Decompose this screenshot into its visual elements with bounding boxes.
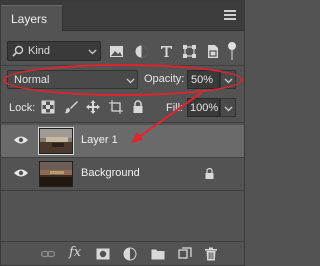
adjustment-layer-filter-icon[interactable] (134, 44, 149, 59)
new-adjustment-layer-icon[interactable] (123, 247, 137, 261)
layer-row[interactable]: Background (1, 158, 244, 190)
fill-value: 100% (190, 102, 219, 114)
filter-kind-label: Kind (28, 45, 51, 57)
eye-icon[interactable] (14, 135, 28, 145)
search-icon (12, 45, 24, 57)
chevron-down-icon (224, 106, 233, 112)
shape-layer-filter-icon[interactable] (182, 44, 197, 59)
eye-icon[interactable] (14, 168, 28, 178)
pixel-layer-filter-icon[interactable] (109, 44, 124, 59)
layer-name: Background (81, 167, 140, 179)
fill-label: Fill: (166, 102, 184, 114)
type-layer-filter-icon[interactable] (159, 44, 174, 59)
fill-slider-button[interactable] (220, 98, 236, 117)
link-layers-icon[interactable] (41, 247, 55, 261)
lock-all-icon[interactable] (131, 100, 145, 114)
layer-thumbnail[interactable] (38, 127, 74, 155)
layer-row[interactable]: Layer 1 (1, 125, 244, 157)
hamburger-menu-icon[interactable] (224, 10, 236, 20)
lock-position-icon[interactable] (86, 100, 100, 114)
layer-name: Layer 1 (81, 134, 118, 146)
fill-input[interactable]: 100% (187, 98, 220, 117)
layer-thumbnail[interactable] (39, 161, 73, 187)
lock-label: Lock: (9, 102, 36, 114)
smart-object-filter-icon[interactable] (205, 44, 220, 59)
new-layer-icon[interactable] (178, 247, 192, 261)
layers-panel: Layers Kind Normal Opacity: 50% Lock: Fi… (0, 0, 245, 266)
lock-image-pixels-icon[interactable] (64, 100, 78, 114)
lock-icon (205, 168, 214, 179)
delete-layer-icon[interactable] (204, 247, 218, 261)
annotation-ellipse (3, 64, 243, 96)
divider (1, 122, 244, 123)
lock-transparent-pixels-icon[interactable] (41, 100, 55, 114)
lock-artboard-icon[interactable] (109, 100, 123, 114)
bottom-toolbar: fx (1, 241, 244, 265)
layer-style-fx-icon[interactable]: fx (69, 245, 87, 260)
filter-kind-select[interactable]: Kind (7, 41, 101, 61)
tab-layers-label: Layers (11, 12, 48, 26)
panel-tab-bar: Layers (1, 1, 244, 31)
chevron-down-icon (88, 49, 97, 55)
filter-toggle-icon[interactable] (227, 42, 237, 60)
divider (1, 190, 244, 191)
tab-layers[interactable]: Layers (1, 5, 63, 31)
add-mask-icon[interactable] (96, 247, 110, 261)
new-group-icon[interactable] (151, 247, 165, 261)
